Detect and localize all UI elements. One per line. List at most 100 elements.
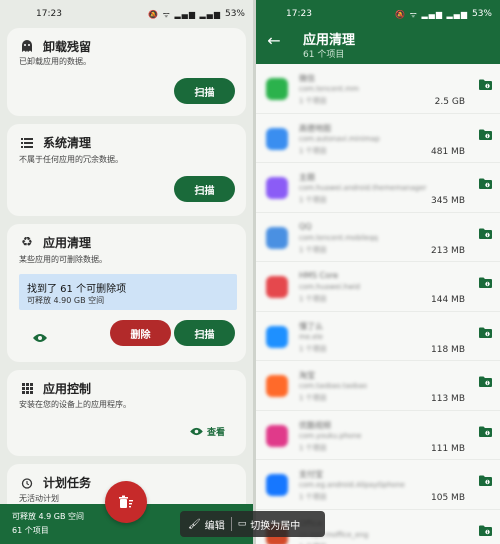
- right-pane: 17:23 🔕 ᯤ ▂▄▆ ▂▄▆ 53% ← 应用清理 61 个项目 微信 co…: [256, 0, 500, 544]
- summary-item-count: 61 个项目: [12, 526, 49, 535]
- app-list-item[interactable]: QQ com.tencent.mobileqq 1 个项目 213 MB: [256, 212, 500, 262]
- card-app-control: 应用控制 安装在您的设备上的应用程序。 查看: [7, 370, 246, 456]
- app-icon: [266, 78, 288, 100]
- app-list-item[interactable]: 优酷视频 com.youku.phone 1 个项目 111 MB: [256, 410, 500, 460]
- app-size: 111 MB: [431, 443, 465, 454]
- app-list-item[interactable]: 支付宝 com.eg.android.AlipayGphone 1 个项目 105 M…: [256, 460, 500, 510]
- folder-info-icon[interactable]: [479, 125, 492, 140]
- scan-button[interactable]: 扫描: [174, 176, 235, 202]
- app-package: com.tencent.mobileqq: [299, 233, 378, 242]
- app-name: 主题: [299, 173, 315, 182]
- back-arrow-icon[interactable]: ←: [264, 30, 284, 50]
- app-item-count: 1 个项目: [299, 493, 327, 501]
- scan-button[interactable]: 扫描: [174, 78, 235, 104]
- app-icon: [266, 177, 288, 199]
- folder-info-icon[interactable]: [479, 372, 492, 387]
- app-list-item[interactable]: 微信 com.tencent.mm 1 个项目 2.5 GB: [256, 64, 500, 114]
- toolbar-separator: [230, 517, 232, 531]
- card-desc: 安装在您的设备上的应用程序。: [19, 400, 131, 409]
- switch-center-button[interactable]: ▭ 切换为居中: [238, 517, 301, 532]
- card-desc: 已卸载应用的数据。: [19, 57, 91, 66]
- folder-info-icon[interactable]: [479, 323, 492, 338]
- card-desc: 不属于任何应用的冗余数据。: [19, 155, 123, 164]
- page-subtitle: 61 个项目: [303, 50, 345, 60]
- app-name: QQ: [299, 221, 312, 231]
- app-package: com.youku.phone: [299, 431, 362, 440]
- app-size: 213 MB: [431, 245, 465, 256]
- app-item-count: 1 个项目: [299, 196, 327, 204]
- scan-button[interactable]: 扫描: [174, 320, 235, 346]
- card-title: 应用清理: [43, 236, 92, 250]
- edit-button[interactable]: 🖌 编辑: [188, 517, 225, 532]
- folder-info-icon[interactable]: [479, 471, 492, 486]
- app-size: 118 MB: [431, 344, 465, 355]
- card-desc: 无活动计划: [19, 494, 59, 503]
- scan-result-box: 找到了 61 个可删除项 可释放 4.90 GB 空间: [19, 274, 237, 310]
- folder-info-icon[interactable]: [479, 224, 492, 239]
- app-size: 105 MB: [431, 493, 465, 503]
- status-battery: 53%: [224, 9, 245, 19]
- app-item-count: 1 个项目: [299, 295, 327, 303]
- app-size: 2.5 GB: [434, 97, 465, 107]
- card-title: 卸载残留: [43, 40, 92, 54]
- app-item-count: 1 个项目: [299, 97, 327, 105]
- layout-icon: ▭: [237, 519, 247, 529]
- app-list-item[interactable]: HMS Core com.huawei.hwid 1 个项目 144 MB: [256, 262, 500, 312]
- switch-center-label: 切换为居中: [250, 520, 301, 532]
- app-list-item[interactable]: 懂了么 me.ele 1 个项目 118 MB: [256, 311, 500, 361]
- app-list-item[interactable]: 高德地图 com.autonavi.minimap 1 个项目 481 MB: [256, 113, 500, 163]
- app-package: com.eg.android.AlipayGphone: [299, 481, 405, 489]
- status-battery: 53%: [471, 9, 492, 19]
- app-package: me.ele: [299, 332, 323, 341]
- card-uninstall-residue: 卸载残留 已卸载应用的数据。 扫描: [7, 28, 246, 116]
- brush-icon: 🖌: [188, 518, 201, 530]
- app-icon: [266, 375, 288, 397]
- app-list-item[interactable]: 淘宝 com.taobao.taobao 1 个项目 113 MB: [256, 361, 500, 411]
- app-item-count: 1 个项目: [299, 443, 327, 452]
- result-size: 可释放 4.90 GB 空间: [27, 296, 105, 305]
- list-icon: [19, 135, 35, 151]
- ghost-icon: [19, 39, 35, 55]
- delete-fab[interactable]: [105, 481, 147, 523]
- app-icon: [266, 226, 288, 249]
- app-name: 优酷视频: [299, 420, 331, 430]
- eye-icon[interactable]: [33, 328, 47, 342]
- app-name: 支付宝: [299, 470, 323, 479]
- app-item-count: 1 个项目: [299, 245, 327, 254]
- app-list-item[interactable]: 主题 com.huawei.android.thememanager 1 个项目 34…: [256, 163, 500, 213]
- status-time: 17:23: [286, 9, 312, 19]
- status-icons: 🔕 ᯤ ▂▄▆ ▂▄▆: [395, 9, 468, 19]
- folder-info-icon[interactable]: [479, 75, 492, 90]
- app-icon: [266, 325, 288, 348]
- app-item-count: 1 个项目: [299, 344, 327, 353]
- app-size: 113 MB: [431, 394, 465, 404]
- folder-info-icon[interactable]: [479, 521, 492, 536]
- result-count: 找到了 61 个可删除项: [27, 284, 127, 295]
- app-package: com.taobao.taobao: [299, 382, 367, 390]
- app-package: com.autonavi.minimap: [299, 134, 380, 143]
- view-label: 查看: [207, 428, 226, 438]
- folder-info-icon[interactable]: [479, 422, 492, 437]
- alarm-icon: [19, 475, 35, 491]
- app-icon: [266, 127, 288, 150]
- left-pane: 17:23 🔕 ᯤ ▂▄▆ ▂▄▆ 53% 卸载残留 已卸载应用的数据。 扫描 …: [0, 0, 253, 544]
- app-name: 高德地图: [299, 123, 331, 133]
- status-time: 17:23: [36, 9, 62, 19]
- app-name: 懂了么: [299, 321, 323, 331]
- view-button[interactable]: 查看: [190, 425, 225, 438]
- app-item-count: 1 个项目: [299, 394, 327, 402]
- folder-info-icon[interactable]: [479, 273, 492, 288]
- floating-edit-toolbar: 🖌 编辑 ▭ 切换为居中: [180, 511, 325, 537]
- summary-free-space: 可释放 4.9 GB 空间: [12, 512, 85, 521]
- card-desc: 某些应用的可删除数据。: [19, 255, 107, 264]
- app-size: 345 MB: [431, 196, 465, 206]
- app-bar: 17:23 🔕 ᯤ ▂▄▆ ▂▄▆ 53% ← 应用清理 61 个项目: [256, 0, 500, 64]
- folder-info-icon[interactable]: [479, 174, 492, 189]
- card-title: 系统清理: [43, 136, 92, 150]
- page-title: 应用清理: [303, 33, 356, 48]
- delete-button[interactable]: 删除: [110, 320, 171, 346]
- app-package: com.huawei.hwid: [299, 283, 361, 291]
- card-title: 应用控制: [43, 382, 92, 396]
- app-name: 淘宝: [299, 371, 315, 380]
- status-icons: 🔕 ᯤ ▂▄▆ ▂▄▆: [148, 9, 221, 19]
